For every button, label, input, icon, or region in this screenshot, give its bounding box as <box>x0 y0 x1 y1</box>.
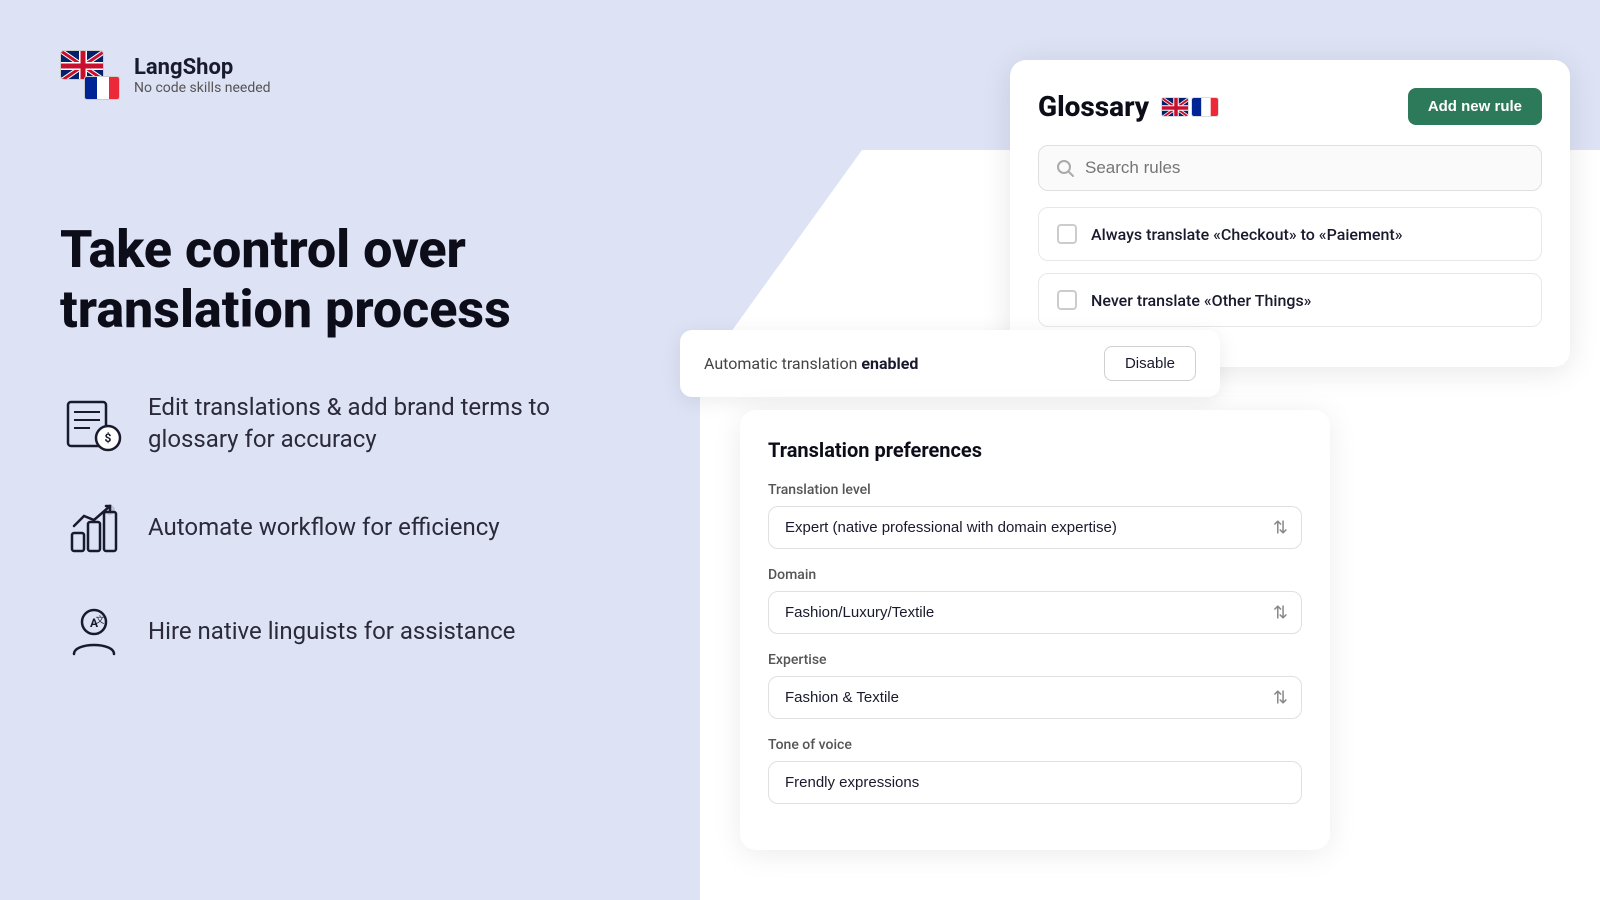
feature-icon-automate <box>60 494 128 562</box>
disable-button[interactable]: Disable <box>1104 346 1196 381</box>
hire-linguists-icon: A 文 <box>64 602 124 662</box>
rule-item-1: Always translate «Checkout» to «Paiement… <box>1038 207 1542 261</box>
feature-list: $ Edit translations & add brand terms to… <box>60 390 620 666</box>
logo-flags <box>60 50 120 100</box>
level-label: Translation level <box>768 482 1302 498</box>
flag-sm-uk <box>1161 97 1189 117</box>
expertise-select-wrapper[interactable]: Fashion & Textile ⇅ <box>768 676 1302 719</box>
translation-prefs-card: Translation preferences Translation leve… <box>740 410 1330 850</box>
level-select-wrapper[interactable]: Expert (native professional with domain … <box>768 506 1302 549</box>
form-field-tone: Tone of voice <box>768 737 1302 804</box>
level-select[interactable]: Expert (native professional with domain … <box>768 506 1302 549</box>
feature-text-edit: Edit translations & add brand terms to g… <box>148 392 588 454</box>
feature-item-hire: A 文 Hire native linguists for assistance <box>60 598 620 666</box>
logo-text-block: LangShop No code skills needed <box>134 55 271 96</box>
glossary-title: Glossary <box>1038 90 1149 123</box>
svg-text:文: 文 <box>95 614 104 626</box>
rule-text-2: Never translate «Other Things» <box>1091 291 1311 310</box>
auto-translation-bar: Automatic translation enabled Disable <box>680 330 1220 397</box>
glossary-card: Glossary <box>1010 60 1570 367</box>
logo-name: LangShop <box>134 55 271 80</box>
domain-label: Domain <box>768 567 1302 583</box>
domain-select-wrapper[interactable]: Fashion/Luxury/Textile ⇅ <box>768 591 1302 634</box>
logo-area: LangShop No code skills needed <box>60 50 271 100</box>
prefs-title: Translation preferences <box>768 438 1302 462</box>
search-box <box>1038 145 1542 191</box>
rule-text-1: Always translate «Checkout» to «Paiement… <box>1091 225 1402 244</box>
feature-text-hire: Hire native linguists for assistance <box>148 616 515 647</box>
auto-translation-label: Automatic translation <box>704 354 857 373</box>
expertise-select[interactable]: Fashion & Textile <box>768 676 1302 719</box>
feature-text-automate: Automate workflow for efficiency <box>148 512 500 543</box>
form-field-level: Translation level Expert (native profess… <box>768 482 1302 549</box>
hero-title: Take control over translation process <box>60 220 620 340</box>
flag-fr <box>84 76 120 100</box>
flag-sm-fr <box>1191 97 1219 117</box>
feature-icon-edit: $ <box>60 390 128 458</box>
form-field-domain: Domain Fashion/Luxury/Textile ⇅ <box>768 567 1302 634</box>
rule-item-2: Never translate «Other Things» <box>1038 273 1542 327</box>
glossary-header: Glossary <box>1038 88 1542 125</box>
automate-workflow-icon <box>64 498 124 558</box>
rule-checkbox-2[interactable] <box>1057 290 1077 310</box>
feature-item-edit: $ Edit translations & add brand terms to… <box>60 390 620 458</box>
auto-translation-status: enabled <box>861 354 918 373</box>
add-new-rule-button[interactable]: Add new rule <box>1408 88 1542 125</box>
search-icon <box>1055 158 1075 178</box>
feature-item-automate: Automate workflow for efficiency <box>60 494 620 562</box>
form-field-expertise: Expertise Fashion & Textile ⇅ <box>768 652 1302 719</box>
feature-icon-hire: A 文 <box>60 598 128 666</box>
rule-checkbox-1[interactable] <box>1057 224 1077 244</box>
search-rules-input[interactable] <box>1085 158 1525 178</box>
auto-translation-text: Automatic translation enabled <box>704 354 918 373</box>
tone-input[interactable] <box>768 761 1302 804</box>
tone-label: Tone of voice <box>768 737 1302 753</box>
domain-select[interactable]: Fashion/Luxury/Textile <box>768 591 1302 634</box>
glossary-title-area: Glossary <box>1038 90 1219 123</box>
svg-text:$: $ <box>105 431 112 445</box>
logo-tagline: No code skills needed <box>134 80 271 96</box>
hero-text: Take control over translation process $ … <box>60 220 620 666</box>
expertise-label: Expertise <box>768 652 1302 668</box>
edit-translations-icon: $ <box>64 394 124 454</box>
flag-inline <box>1161 97 1219 117</box>
